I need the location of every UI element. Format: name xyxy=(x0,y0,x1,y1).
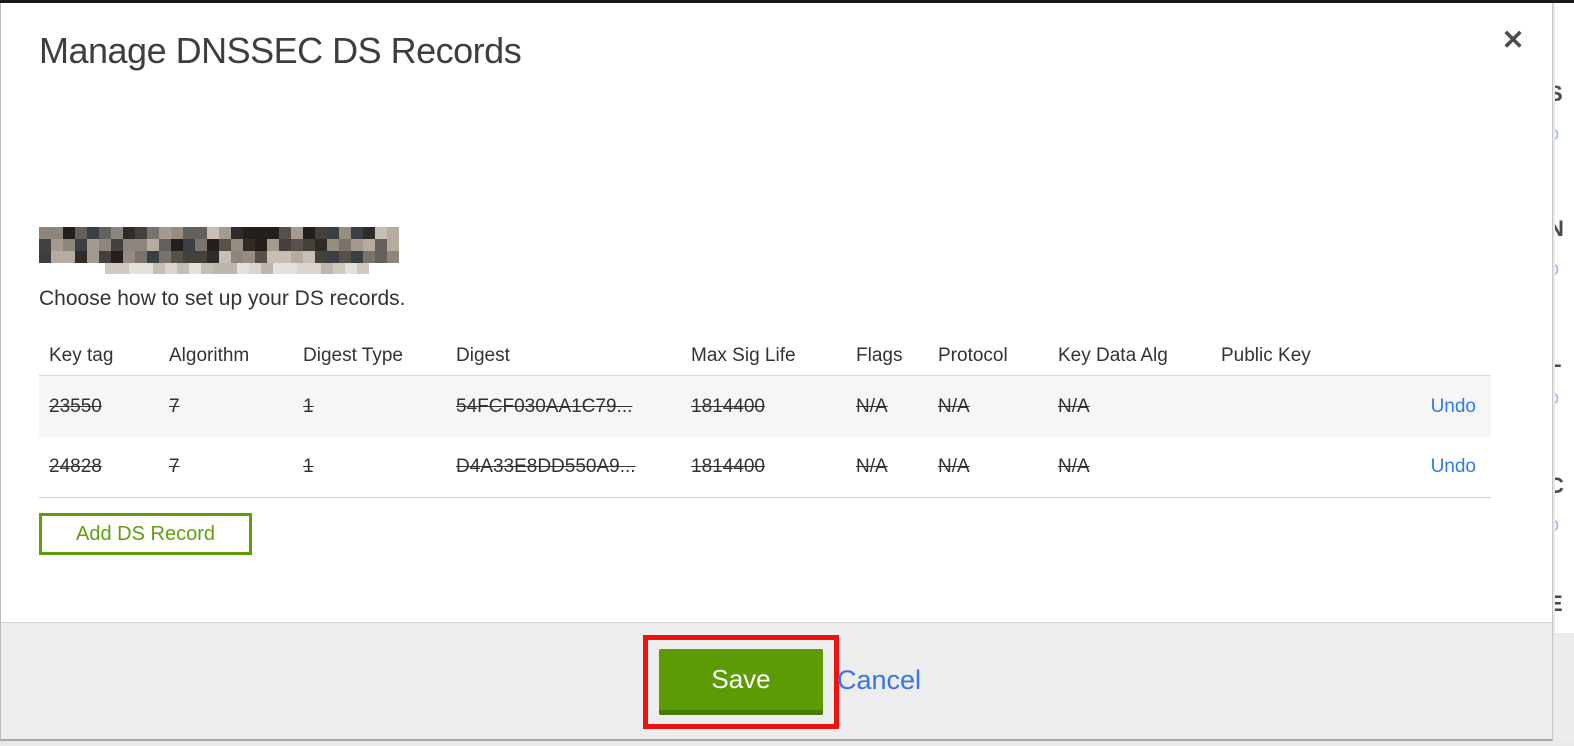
table-cell xyxy=(1211,437,1418,497)
screenshot-root: Manage DNSSEC DS Records ✕ Choose how to… xyxy=(0,0,1574,746)
table-cell: 7 xyxy=(169,456,180,477)
table-cell: D4A33E8DD550A9... xyxy=(456,456,636,477)
column-header: Max Sig Life xyxy=(691,345,796,366)
background-sliver-footer xyxy=(1555,633,1574,741)
column-header: Algorithm xyxy=(169,345,250,366)
table-cell: 24828 xyxy=(49,456,102,477)
background-text-fragment: o xyxy=(1555,514,1559,537)
table-cell: 54FCF030AA1C79... xyxy=(456,395,633,417)
undo-link[interactable]: Undo xyxy=(1431,396,1476,418)
close-icon[interactable]: ✕ xyxy=(1495,22,1531,58)
table-cell: 1814400 xyxy=(691,395,765,417)
table-cell: 7 xyxy=(169,395,180,417)
table-header-row: Key tag Algorithm Digest Type Digest Max Sig… xyxy=(39,330,1491,376)
background-text-fragment: N xyxy=(1555,216,1564,241)
domain-pixelation-main xyxy=(39,227,399,263)
table-cell: 1 xyxy=(303,395,314,417)
table-cell: 1 xyxy=(303,456,314,477)
background-page-sliver: SoNoLoCoEPl xyxy=(1555,3,1574,741)
undo-link[interactable]: Undo xyxy=(1431,456,1476,478)
manage-dnssec-modal: Manage DNSSEC DS Records ✕ Choose how to… xyxy=(0,0,1553,741)
add-ds-record-button[interactable]: Add DS Record xyxy=(39,513,252,555)
column-header: Protocol xyxy=(938,345,1008,366)
save-button[interactable]: Save xyxy=(659,649,823,715)
background-text-fragment: o xyxy=(1555,387,1559,410)
table-cell xyxy=(1211,376,1418,437)
window-top-border xyxy=(0,0,1574,3)
column-header: Public Key xyxy=(1221,345,1311,366)
table-cell: N/A xyxy=(1058,395,1090,417)
background-text-fragment: S xyxy=(1555,81,1563,106)
column-header: Digest xyxy=(456,345,510,366)
table-cell-action: Undo xyxy=(1418,437,1491,497)
table-row: 23550 7 1 54FCF030AA1C79... 1814400 N/A N/A N/A… xyxy=(39,376,1491,437)
column-header-action xyxy=(1418,330,1491,375)
domain-name-redacted xyxy=(39,227,399,275)
table-body: 23550 7 1 54FCF030AA1C79... 1814400 N/A N/A N/A… xyxy=(39,376,1491,498)
column-header: Key Data Alg xyxy=(1058,345,1168,366)
column-header: Digest Type xyxy=(303,345,403,366)
table-cell: 1814400 xyxy=(691,456,765,477)
table-cell-action: Undo xyxy=(1418,376,1491,437)
background-text-fragment: o xyxy=(1555,123,1559,146)
column-header: Key tag xyxy=(49,345,114,366)
ds-records-table: Key tag Algorithm Digest Type Digest Max Sig… xyxy=(39,330,1491,498)
domain-pixelation-shadow xyxy=(105,263,369,274)
background-text-fragment: o xyxy=(1555,258,1559,281)
modal-title: Manage DNSSEC DS Records xyxy=(39,30,522,71)
intro-text: Choose how to set up your DS records. xyxy=(39,287,406,310)
background-text-fragment: C xyxy=(1555,473,1564,498)
table-cell: N/A xyxy=(938,395,970,417)
background-text-fragment: E xyxy=(1555,591,1563,616)
column-header: Flags xyxy=(856,345,903,366)
background-text-fragment: L xyxy=(1555,347,1561,373)
table-cell: N/A xyxy=(856,395,888,417)
table-cell: N/A xyxy=(1058,456,1090,477)
modal-footer: Save Cancel xyxy=(1,622,1552,739)
table-row: 24828 7 1 D4A33E8DD550A9... 1814400 N/A N/A N/A… xyxy=(39,437,1491,498)
table-cell: 23550 xyxy=(49,395,102,417)
table-cell: N/A xyxy=(938,456,970,477)
cancel-link[interactable]: Cancel xyxy=(837,665,921,696)
save-highlight-annotation: Save xyxy=(643,635,839,729)
table-cell: N/A xyxy=(856,456,888,477)
